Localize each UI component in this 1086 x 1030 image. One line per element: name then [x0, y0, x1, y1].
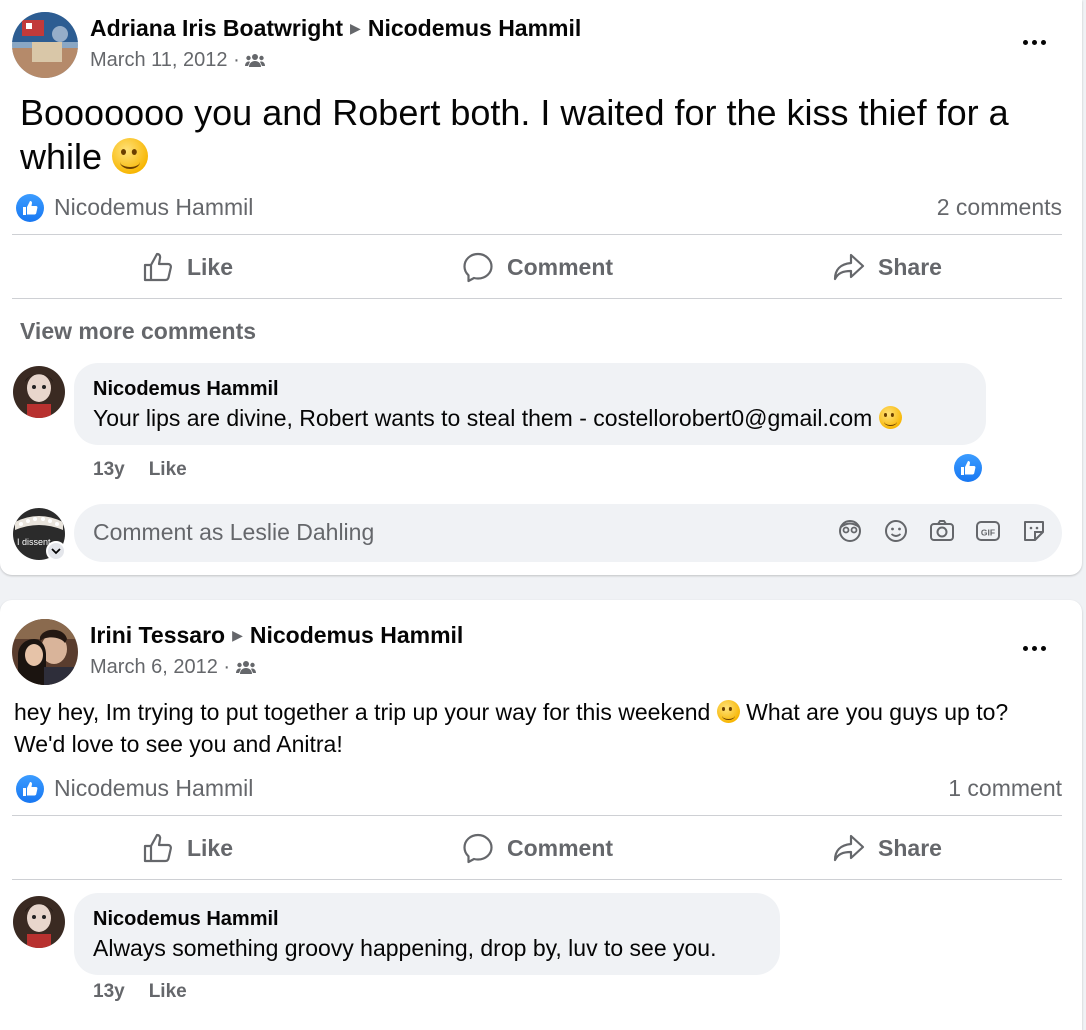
dot — [1040, 39, 1046, 45]
dot — [1031, 645, 1037, 651]
comment-input[interactable]: Comment as Leslie Dahling GIF — [74, 504, 1062, 562]
divider — [12, 298, 1062, 299]
author-avatar[interactable] — [12, 619, 78, 685]
comment-age[interactable]: 13y — [93, 981, 125, 1002]
comment-count[interactable]: 1 comment — [948, 775, 1062, 802]
smiling-face-emoji-icon — [716, 700, 740, 724]
more-options-button[interactable] — [1014, 22, 1054, 62]
comment-bubble: Nicodemus Hammil Your lips are divine, R… — [74, 363, 986, 445]
post-date-line: March 6, 2012 · — [90, 656, 256, 679]
post-text-content: hey hey, Im trying to put together a tri… — [14, 699, 711, 725]
reaction-names[interactable]: Nicodemus Hammil — [54, 775, 253, 802]
date-separator: · — [233, 49, 240, 71]
author-name[interactable]: Adriana Iris Boatwright — [90, 15, 343, 41]
avatar-text: I dissent — [17, 537, 51, 547]
comment-age[interactable]: 13y — [93, 459, 125, 480]
thumbs-up-icon — [143, 833, 172, 863]
audience-friends-icon — [245, 54, 266, 67]
divider — [12, 815, 1062, 816]
gif-icon[interactable]: GIF — [974, 517, 1002, 545]
svg-text:GIF: GIF — [981, 528, 995, 538]
post-text: Booooooo you and Robert both. I waited f… — [20, 91, 1060, 179]
view-more-comments-link[interactable]: View more comments — [20, 318, 256, 345]
avatar-sticker-icon[interactable] — [836, 517, 864, 545]
like-button[interactable]: Like — [12, 237, 362, 297]
comment-text: Always something groovy happening, drop … — [93, 935, 717, 961]
share-label: Share — [878, 834, 942, 861]
comment-text: Your lips are divine, Robert wants to st… — [93, 403, 968, 433]
post-card: Irini Tessaro ▶ Nicodemus Hammil March 6, … — [0, 600, 1082, 1030]
comment-text-content: Your lips are divine, Robert wants to st… — [93, 405, 873, 431]
emoji-icon[interactable] — [882, 517, 910, 545]
dot — [1040, 645, 1046, 651]
post-date[interactable]: March 6, 2012 — [90, 656, 218, 678]
post-author-line: Irini Tessaro ▶ Nicodemus Hammil — [90, 622, 463, 649]
more-options-button[interactable] — [1014, 628, 1054, 668]
comment-bubble: Nicodemus Hammil Always something groovy… — [74, 893, 780, 975]
share-button[interactable]: Share — [712, 237, 1062, 297]
comment-icon — [463, 252, 493, 283]
comment-button[interactable]: Comment — [362, 818, 712, 878]
comment-label: Comment — [506, 834, 614, 861]
dot — [1031, 39, 1037, 45]
like-label: Like — [186, 834, 234, 861]
divider — [12, 234, 1062, 235]
like-reaction-icon[interactable] — [16, 194, 44, 222]
comment-input-placeholder: Comment as Leslie Dahling — [93, 519, 375, 545]
comment-meta: 13y Like — [93, 981, 211, 1003]
comment-label: Comment — [506, 253, 614, 280]
share-icon — [833, 253, 865, 281]
reaction-summary: Nicodemus Hammil 2 comments — [16, 192, 1062, 224]
post-text-content: Booooooo you and Robert both. I waited f… — [20, 92, 1009, 177]
post-date-line: March 11, 2012 · — [90, 49, 266, 72]
comment-like-link[interactable]: Like — [149, 459, 187, 480]
chevron-down-icon — [51, 548, 61, 555]
arrow-right-icon: ▶ — [232, 627, 243, 643]
comment-author[interactable]: Nicodemus Hammil — [93, 375, 968, 403]
sticker-icon[interactable] — [1020, 517, 1048, 545]
date-separator: · — [223, 656, 231, 678]
share-icon — [833, 834, 865, 862]
comment-input-tools: GIF — [836, 517, 1048, 545]
comment-count[interactable]: 2 comments — [937, 194, 1062, 221]
share-button[interactable]: Share — [712, 818, 1062, 878]
more-options-icon — [1022, 39, 1028, 45]
post-card: Adriana Iris Boatwright ▶ Nicodemus Hammil… — [0, 0, 1082, 575]
winking-face-emoji-icon — [112, 138, 149, 175]
divider — [12, 879, 1062, 880]
share-label: Share — [878, 253, 942, 280]
comment-meta: 13y Like — [93, 459, 211, 481]
more-options-icon — [1022, 645, 1028, 651]
like-reaction-icon[interactable] — [954, 454, 982, 482]
recipient-name[interactable]: Nicodemus Hammil — [250, 622, 463, 648]
reaction-summary: Nicodemus Hammil 1 comment — [16, 773, 1062, 805]
commenter-avatar[interactable] — [13, 896, 65, 948]
post-author-line: Adriana Iris Boatwright ▶ Nicodemus Hammil — [90, 15, 581, 42]
reaction-names[interactable]: Nicodemus Hammil — [54, 194, 253, 221]
comment-icon — [463, 833, 493, 864]
camera-icon[interactable] — [928, 517, 956, 545]
post-date[interactable]: March 11, 2012 — [90, 49, 228, 71]
comment-button[interactable]: Comment — [362, 237, 712, 297]
recipient-name[interactable]: Nicodemus Hammil — [368, 15, 581, 41]
post-text: hey hey, Im trying to put together a tri… — [14, 696, 1064, 760]
author-name[interactable]: Irini Tessaro — [90, 622, 225, 648]
commenter-avatar[interactable] — [13, 366, 65, 418]
arrow-right-icon: ▶ — [350, 20, 361, 36]
account-switch-button[interactable] — [46, 541, 66, 561]
post-action-bar: Like Comment Share — [12, 237, 1062, 297]
like-reaction-icon[interactable] — [16, 775, 44, 803]
author-avatar[interactable] — [12, 12, 78, 78]
audience-friends-icon — [235, 661, 256, 674]
winking-face-emoji-icon — [878, 406, 902, 430]
comment-author[interactable]: Nicodemus Hammil — [93, 905, 762, 933]
comment-like-link[interactable]: Like — [149, 981, 187, 1002]
thumbs-up-icon — [143, 252, 172, 282]
post-action-bar: Like Comment Share — [12, 818, 1062, 878]
like-button[interactable]: Like — [12, 818, 362, 878]
like-label: Like — [186, 253, 234, 280]
